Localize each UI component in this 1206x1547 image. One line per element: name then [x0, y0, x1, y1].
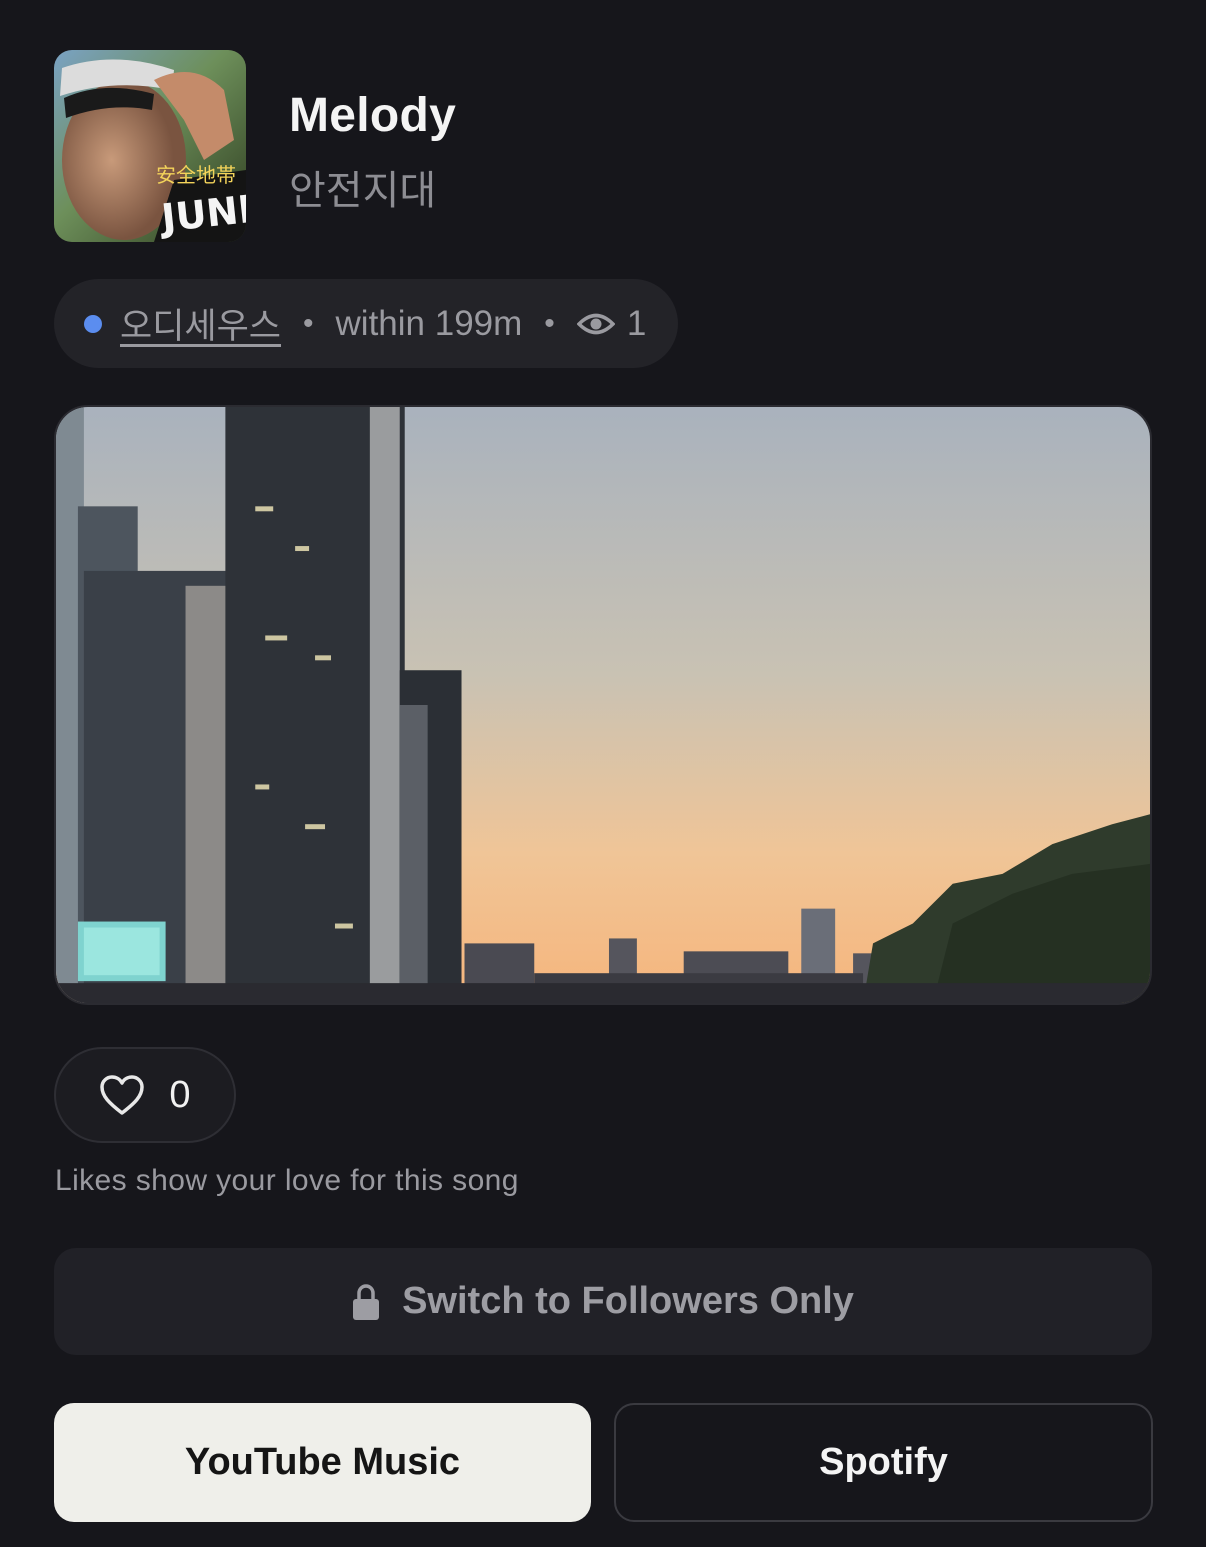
- heart-icon: [100, 1075, 145, 1115]
- spotify-button[interactable]: Spotify: [614, 1403, 1153, 1522]
- status-dot: [84, 314, 102, 333]
- youtube-music-button[interactable]: YouTube Music: [54, 1403, 591, 1522]
- view-count: 1: [626, 303, 647, 343]
- album-art-image: 安全地帯 JUNK: [54, 50, 246, 242]
- album-art: 安全地帯 JUNK: [54, 50, 246, 242]
- album-art-kanji: 安全地帯: [156, 163, 236, 187]
- distance-text: within 199m: [335, 303, 523, 343]
- followers-button-label: Switch to Followers Only: [402, 1280, 854, 1322]
- eye-icon: [576, 313, 615, 334]
- location-photo: [54, 405, 1152, 1005]
- skyline-photo: [56, 407, 1150, 1003]
- lock-icon: [353, 1283, 380, 1320]
- like-count: 0: [169, 1073, 191, 1116]
- like-button[interactable]: 0: [54, 1047, 236, 1143]
- likes-hint: Likes show your love for this song: [55, 1164, 519, 1197]
- separator-dot: •: [544, 306, 555, 340]
- meta-pill: 오디세우스 • within 199m • 1: [54, 279, 678, 368]
- song-detail-page: 安全地帯 JUNK Melody 안전지대 오디세우스 • within 199…: [0, 0, 1206, 1547]
- place-link[interactable]: 오디세우스: [120, 298, 281, 349]
- song-title: Melody: [289, 89, 457, 142]
- separator-dot: •: [303, 306, 314, 340]
- switch-followers-only-button[interactable]: Switch to Followers Only: [54, 1248, 1152, 1355]
- song-artist: 안전지대: [289, 169, 437, 213]
